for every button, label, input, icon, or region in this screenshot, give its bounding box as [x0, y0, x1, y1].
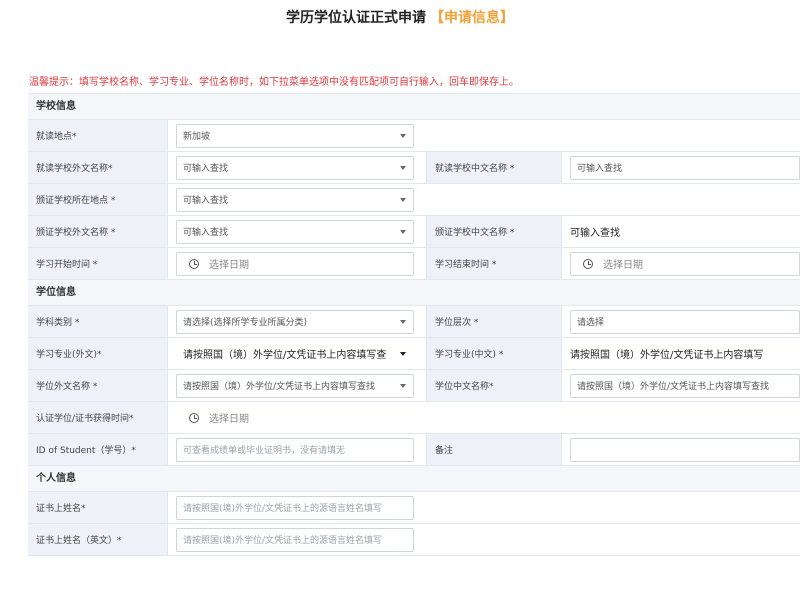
page-title-text: 学历学位认证正式申请: [286, 10, 426, 26]
page-title-tag: 【申请信息】: [430, 10, 514, 26]
degree-chinese-name-value: 请按照国（境）外学位/文凭证书上内容填写查找: [577, 382, 770, 392]
cert-surname-en-placeholder: 请按照国(境)外学位/文凭证书上的源语言姓名填写: [183, 536, 383, 546]
row-study-location: 就读地点* 新加坡: [28, 120, 800, 152]
study-start-placeholder: 选择日期: [209, 260, 249, 271]
study-location-value: 新加坡: [183, 132, 211, 142]
study-end-placeholder: 选择日期: [603, 260, 643, 271]
row-degree-name: 学位外文名称 * 请按照国（境）外学位/文凭证书上内容填写查找 学位中文名称* …: [28, 370, 800, 402]
application-form: 学校信息 就读地点* 新加坡 就读学校外文名称* 可输入查找 就读学校中文名称 …: [28, 93, 800, 556]
remarks-label: 备注: [426, 434, 562, 465]
school-chinese-name-input[interactable]: 可输入查找: [570, 155, 800, 180]
cert-school-foreign-name-label: 颁证学校外文名称 *: [28, 216, 168, 247]
school-foreign-name-placeholder: 可输入查找: [183, 164, 229, 174]
section-personal-info: 个人信息: [28, 466, 800, 492]
chevron-down-icon: [400, 351, 406, 356]
student-id-placeholder: 可查看成绩单或毕业证明书，没有请填无: [183, 446, 346, 456]
chevron-down-icon: [400, 197, 406, 202]
chevron-down-icon: [400, 383, 406, 388]
cert-school-chinese-name-label: 颁证学校中文名称 *: [426, 216, 562, 247]
chevron-down-icon: [400, 319, 406, 324]
degree-level-value: 请选择: [577, 318, 605, 328]
row-subject-degree: 学科类别 * 请选择(选择所学专业所属分类) 学位层次 * 请选择: [28, 306, 800, 338]
study-end-date-picker[interactable]: 选择日期: [570, 251, 800, 276]
cert-surname-input[interactable]: 请按照国(境)外学位/文凭证书上的源语言姓名填写: [176, 495, 414, 520]
study-start-label: 学习开始时间 *: [28, 248, 168, 279]
cert-surname-en-label: 证书上姓名（英文）*: [28, 524, 168, 555]
row-cert-surname-en: 证书上姓名（英文）* 请按照国(境)外学位/文凭证书上的源语言姓名填写: [28, 524, 800, 556]
subject-category-label: 学科类别 *: [28, 306, 168, 337]
chevron-down-icon: [400, 229, 406, 234]
row-study-period: 学习开始时间 * 选择日期 学习结束时间 * 选择日期: [28, 248, 800, 280]
cert-surname-en-input[interactable]: 请按照国(境)外学位/文凭证书上的源语言姓名填写: [176, 527, 414, 552]
row-student-id: ID of Student（学号）* 可查看成绩单或毕业证明书，没有请填无 备注: [28, 434, 800, 466]
degree-level-label: 学位层次 *: [426, 306, 562, 337]
student-id-input[interactable]: 可查看成绩单或毕业证明书，没有请填无: [176, 437, 414, 462]
school-foreign-name-label: 就读学校外文名称*: [28, 152, 168, 183]
subject-category-select[interactable]: 请选择(选择所学专业所属分类): [176, 309, 414, 334]
section-degree-info: 学位信息: [28, 280, 800, 306]
chevron-down-icon: [400, 133, 406, 138]
major-chinese-label: 学习专业(中文) *: [426, 338, 562, 369]
major-foreign-select[interactable]: 请按照国（境）外学位/文凭证书上内容填写查: [176, 341, 414, 366]
degree-foreign-name-select[interactable]: 请按照国（境）外学位/文凭证书上内容填写查找: [176, 373, 414, 398]
school-chinese-name-label: 就读学校中文名称 *: [426, 152, 562, 183]
major-chinese-value[interactable]: 请按照国（境）外学位/文凭证书上内容填写: [570, 346, 763, 361]
study-location-label: 就读地点*: [28, 120, 168, 151]
cert-obtained-time-placeholder: 选择日期: [209, 414, 249, 425]
clock-icon: [583, 258, 593, 269]
study-end-label: 学习结束时间 *: [426, 248, 562, 279]
cert-school-foreign-name-select[interactable]: 可输入查找: [176, 219, 414, 244]
clock-icon: [189, 412, 199, 423]
cert-school-chinese-name-value[interactable]: 可输入查找: [570, 224, 620, 239]
cert-obtained-date-picker[interactable]: 选择日期: [176, 405, 414, 430]
cert-school-location-label: 颁证学校所在地点 *: [28, 184, 168, 215]
subject-category-value: 请选择(选择所学专业所属分类): [183, 318, 308, 328]
major-foreign-value: 请按照国（境）外学位/文凭证书上内容填写查: [183, 350, 387, 361]
degree-level-select[interactable]: 请选择: [570, 309, 800, 334]
school-chinese-name-placeholder: 可输入查找: [577, 164, 623, 174]
row-cert-surname: 证书上姓名* 请按照国(境)外学位/文凭证书上的源语言姓名填写: [28, 492, 800, 524]
study-start-date-picker[interactable]: 选择日期: [176, 251, 414, 276]
cert-school-foreign-name-placeholder: 可输入查找: [183, 228, 229, 238]
chevron-down-icon: [400, 165, 406, 170]
student-id-label: ID of Student（学号）*: [28, 434, 168, 465]
remarks-input[interactable]: [570, 437, 800, 462]
notice-text: 温馨提示：填写学校名称、学习专业、学位名称时，如下拉菜单选项中没有匹配项可自行输…: [29, 77, 519, 88]
row-cert-obtained-time: 认证学位/证书获得时间* 选择日期: [28, 402, 800, 434]
degree-chinese-name-input[interactable]: 请按照国（境）外学位/文凭证书上内容填写查找: [570, 373, 800, 398]
clock-icon: [189, 258, 199, 269]
degree-foreign-name-value: 请按照国（境）外学位/文凭证书上内容填写查找: [183, 382, 376, 392]
school-foreign-name-select[interactable]: 可输入查找: [176, 155, 414, 180]
row-cert-school-name: 颁证学校外文名称 * 可输入查找 颁证学校中文名称 * 可输入查找: [28, 216, 800, 248]
cert-school-location-select[interactable]: 可输入查找: [176, 187, 414, 212]
study-location-select[interactable]: 新加坡: [176, 123, 414, 148]
row-cert-school-location: 颁证学校所在地点 * 可输入查找: [28, 184, 800, 216]
page-title: 学历学位认证正式申请 【申请信息】: [0, 7, 800, 27]
section-school-info: 学校信息: [28, 94, 800, 120]
degree-foreign-name-label: 学位外文名称 *: [28, 370, 168, 401]
major-foreign-label: 学习专业(外文)*: [28, 338, 168, 369]
cert-school-location-placeholder: 可输入查找: [183, 196, 229, 206]
cert-surname-label: 证书上姓名*: [28, 492, 168, 523]
row-school-name: 就读学校外文名称* 可输入查找 就读学校中文名称 * 可输入查找: [28, 152, 800, 184]
degree-chinese-name-label: 学位中文名称*: [426, 370, 562, 401]
cert-surname-placeholder: 请按照国(境)外学位/文凭证书上的源语言姓名填写: [183, 504, 383, 514]
row-major: 学习专业(外文)* 请按照国（境）外学位/文凭证书上内容填写查 学习专业(中文)…: [28, 338, 800, 370]
cert-obtained-time-label: 认证学位/证书获得时间*: [28, 402, 168, 433]
